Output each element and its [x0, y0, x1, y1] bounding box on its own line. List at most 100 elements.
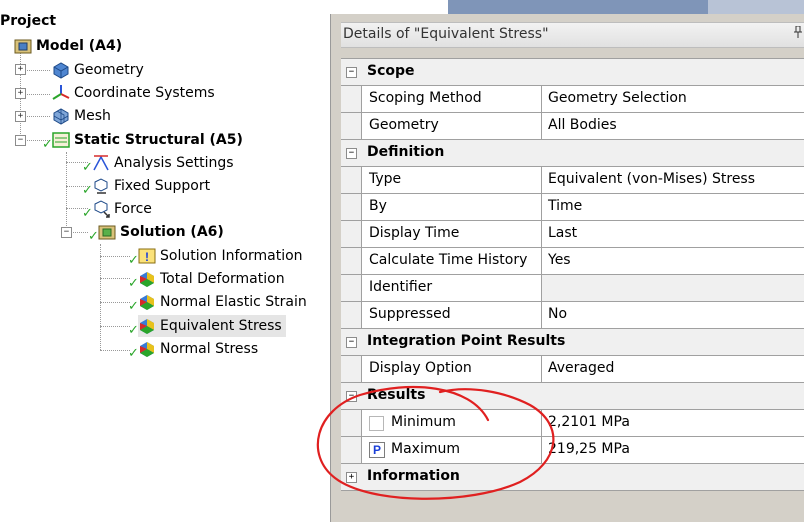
- parameter-checkbox[interactable]: [369, 416, 384, 431]
- details-title-bar: Details of "Equivalent Stress": [341, 22, 804, 48]
- category-information[interactable]: + Information: [341, 464, 804, 491]
- normal-elastic-strain-label: Normal Elastic Strain: [160, 294, 307, 310]
- property-row[interactable]: Display Option Averaged: [341, 356, 804, 383]
- suppressed-value[interactable]: No: [541, 302, 804, 328]
- tree-equivalent-stress[interactable]: ✓ Equivalent Stress: [128, 315, 286, 337]
- maximum-name: Maximum: [391, 441, 460, 457]
- parameter-p-checkbox[interactable]: P: [369, 442, 385, 458]
- type-name: Type: [369, 171, 402, 187]
- tree-force[interactable]: ✓ Force: [82, 198, 152, 220]
- project-tree: Project Model (A4) + Geometry + Coordina…: [0, 0, 330, 522]
- force-icon: ✓: [82, 200, 110, 220]
- tree-normal-elastic-strain[interactable]: ✓ Normal Elastic Strain: [128, 291, 307, 313]
- tree-mesh[interactable]: Mesh: [52, 105, 111, 127]
- tree-model[interactable]: Model (A4): [14, 35, 122, 57]
- tree-solution[interactable]: ✓ Solution (A6): [88, 221, 224, 243]
- definition-label: Definition: [367, 144, 445, 160]
- check-icon: ✓: [128, 299, 139, 314]
- collapse-integration-toggle[interactable]: −: [346, 337, 357, 348]
- property-row[interactable]: Display Time Last: [341, 221, 804, 248]
- property-row[interactable]: Identifier: [341, 275, 804, 302]
- maximum-value[interactable]: 219,25 MPa: [541, 437, 804, 463]
- coordinate-systems-icon: [52, 84, 70, 102]
- collapse-definition-toggle[interactable]: −: [346, 148, 357, 159]
- tree-analysis-settings[interactable]: ✓ Analysis Settings: [82, 152, 234, 174]
- display-option-value[interactable]: Averaged: [541, 356, 804, 382]
- geometry-icon: [52, 61, 70, 79]
- identifier-value[interactable]: [541, 275, 804, 301]
- result-contour-icon: ✓: [128, 340, 156, 360]
- display-time-value[interactable]: Last: [541, 221, 804, 247]
- calc-time-history-name: Calculate Time History: [369, 252, 528, 268]
- check-icon: ✓: [88, 229, 99, 244]
- property-row[interactable]: Suppressed No: [341, 302, 804, 329]
- geometry-value[interactable]: All Bodies: [541, 113, 804, 139]
- static-structural-label: Static Structural (A5): [74, 132, 243, 148]
- tree-normal-stress[interactable]: ✓ Normal Stress: [128, 338, 258, 360]
- identifier-name: Identifier: [369, 279, 433, 295]
- expand-geometry[interactable]: +: [15, 64, 26, 75]
- check-icon: ✓: [128, 253, 139, 268]
- tree-coordinate-systems[interactable]: Coordinate Systems: [52, 82, 215, 104]
- by-value[interactable]: Time: [541, 194, 804, 220]
- check-icon: ✓: [82, 160, 93, 175]
- result-contour-icon: ✓: [128, 270, 156, 290]
- tree-static-structural[interactable]: ✓ Static Structural (A5): [42, 129, 243, 151]
- scoping-method-name: Scoping Method: [369, 90, 482, 106]
- property-row[interactable]: Geometry All Bodies: [341, 113, 804, 140]
- static-structural-icon: ✓: [42, 131, 70, 151]
- collapse-results-toggle[interactable]: −: [346, 391, 357, 402]
- collapse-scope-toggle[interactable]: −: [346, 67, 357, 78]
- solution-icon: ✓: [88, 223, 116, 243]
- suppressed-name: Suppressed: [369, 306, 451, 322]
- tree-project[interactable]: Project: [0, 10, 56, 32]
- category-scope[interactable]: − Scope: [341, 59, 804, 86]
- expand-coordinate-systems[interactable]: +: [15, 88, 26, 99]
- pin-icon[interactable]: [793, 25, 803, 41]
- category-definition[interactable]: − Definition: [341, 140, 804, 167]
- collapse-solution[interactable]: −: [61, 227, 72, 238]
- results-label: Results: [367, 387, 426, 403]
- tree-fixed-support[interactable]: ✓ Fixed Support: [82, 175, 210, 197]
- check-icon: ✓: [128, 346, 139, 361]
- property-row[interactable]: P Maximum 219,25 MPa: [341, 437, 804, 464]
- tree-geometry[interactable]: Geometry: [52, 59, 144, 81]
- collapse-static-structural[interactable]: −: [15, 135, 26, 146]
- scoping-method-value[interactable]: Geometry Selection: [541, 86, 804, 112]
- analysis-settings-label: Analysis Settings: [114, 155, 234, 171]
- property-row[interactable]: Calculate Time History Yes: [341, 248, 804, 275]
- check-icon: ✓: [82, 206, 93, 221]
- property-row[interactable]: By Time: [341, 194, 804, 221]
- solution-information-icon: ! ✓: [128, 247, 156, 267]
- property-row[interactable]: Scoping Method Geometry Selection: [341, 86, 804, 113]
- solution-information-label: Solution Information: [160, 248, 303, 264]
- tree-total-deformation[interactable]: ✓ Total Deformation: [128, 268, 285, 290]
- check-icon: ✓: [82, 183, 93, 198]
- property-row[interactable]: Minimum 2,2101 MPa: [341, 410, 804, 437]
- category-integration-point-results[interactable]: − Integration Point Results: [341, 329, 804, 356]
- window-titlebar-strip-right: [708, 0, 804, 14]
- scope-label: Scope: [367, 63, 415, 79]
- details-title: Details of "Equivalent Stress": [343, 26, 549, 42]
- coordinate-systems-label: Coordinate Systems: [74, 85, 215, 101]
- result-contour-icon: ✓: [128, 293, 156, 313]
- property-row[interactable]: Type Equivalent (von-Mises) Stress: [341, 167, 804, 194]
- details-grid: − Scope Scoping Method Geometry Selectio…: [341, 58, 804, 491]
- geometry-label: Geometry: [74, 62, 144, 78]
- check-icon: ✓: [128, 323, 139, 338]
- tree-solution-information[interactable]: ! ✓ Solution Information: [128, 245, 303, 267]
- display-option-name: Display Option: [369, 360, 472, 376]
- minimum-value[interactable]: 2,2101 MPa: [541, 410, 804, 436]
- analysis-settings-icon: ✓: [82, 154, 110, 174]
- type-value[interactable]: Equivalent (von-Mises) Stress: [541, 167, 804, 193]
- force-label: Force: [114, 201, 152, 217]
- calc-time-history-value[interactable]: Yes: [541, 248, 804, 274]
- geometry-name: Geometry: [369, 117, 439, 133]
- information-label: Information: [367, 468, 460, 484]
- equivalent-stress-label: Equivalent Stress: [160, 318, 282, 334]
- expand-information-toggle[interactable]: +: [346, 472, 357, 483]
- category-results[interactable]: − Results: [341, 383, 804, 410]
- check-icon: ✓: [128, 276, 139, 291]
- model-icon: [14, 37, 32, 55]
- expand-mesh[interactable]: +: [15, 111, 26, 122]
